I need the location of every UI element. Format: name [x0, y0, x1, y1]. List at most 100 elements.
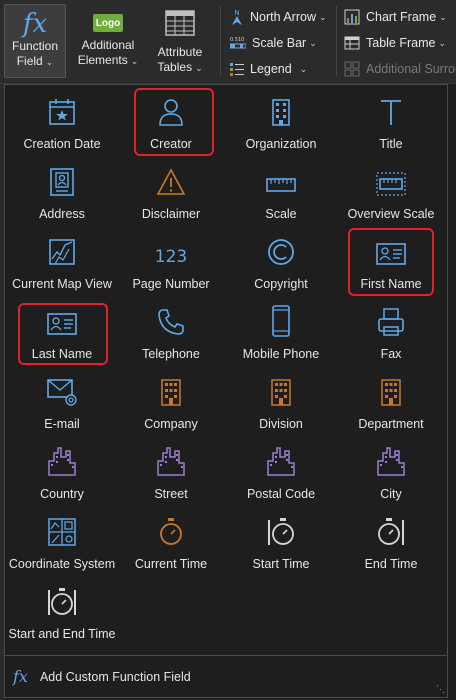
gallery-item-label: Fax [380, 347, 402, 361]
ribbon-separator [220, 6, 221, 76]
gallery-item-fax[interactable]: Fax [336, 301, 446, 371]
table-frame-button[interactable]: Table Frame ⌄ [344, 32, 446, 54]
map-view-icon [47, 231, 77, 271]
scale-bar-button[interactable]: 0.510 Scale Bar ⌄ [230, 32, 317, 54]
scale-bar-label: Scale Bar [252, 36, 307, 50]
gallery-item-overview-scale[interactable]: Overview Scale [336, 161, 446, 231]
function-field-button[interactable]: fx Function Field ⌄ [4, 4, 66, 78]
additional-elements-button[interactable]: Logo Additional Elements ⌄ [72, 4, 144, 78]
legend-icon [230, 63, 244, 76]
coordinate-grid-icon [47, 511, 77, 551]
north-arrow-label: North Arrow [250, 10, 316, 24]
gallery-item-label: Current Time [134, 557, 208, 571]
gallery-item-city[interactable]: City [336, 441, 446, 511]
gallery-item-country[interactable]: Country [7, 441, 117, 511]
chevron-down-icon: ⌄ [299, 63, 308, 74]
chart-frame-button[interactable]: Chart Frame ⌄ [344, 6, 447, 28]
gallery-item-creation-date[interactable]: Creation Date [7, 91, 117, 161]
attribute-tables-button[interactable]: Attribute Tables ⌄ [148, 4, 212, 78]
ruler-icon [265, 161, 297, 201]
gallery-item-street[interactable]: Street [116, 441, 226, 511]
department-building-icon [376, 371, 406, 411]
gallery-item-label: Address [39, 207, 85, 221]
gallery-item-title[interactable]: Title [336, 91, 446, 161]
gallery-item-company[interactable]: Company [116, 371, 226, 441]
gallery-item-start-and-end-time[interactable]: Start and End Time [7, 581, 117, 651]
gallery-item-label: Overview Scale [347, 207, 435, 221]
city-skyline-icon [375, 441, 407, 481]
scale-bar-icon-text: 0.510 [230, 37, 244, 43]
telephone-icon [156, 301, 186, 341]
svg-text:123: 123 [155, 247, 187, 267]
fx-icon: fx [13, 667, 28, 686]
gallery-item-label: Current Map View [12, 277, 112, 291]
function-field-label-1: Function [11, 39, 59, 53]
chevron-down-icon: ⌄ [195, 63, 203, 73]
function-field-gallery: Creation Date Creator Organization Title Add… [4, 84, 448, 698]
title-t-icon [376, 91, 406, 131]
table-icon [165, 10, 195, 41]
gallery-item-label: Page Number [132, 277, 210, 291]
gallery-item-mobile-phone[interactable]: Mobile Phone [226, 301, 336, 371]
north-arrow-icon: N [232, 9, 242, 25]
additional-surround-button[interactable]: Additional Surrou [344, 58, 456, 80]
north-arrow-button[interactable]: N North Arrow ⌄ [230, 6, 327, 28]
gallery-item-label: Department [358, 417, 424, 431]
gallery-item-label: Creation Date [23, 137, 101, 151]
company-building-icon [156, 371, 186, 411]
gallery-item-label: Street [154, 487, 188, 501]
legend-button[interactable]: Legend ⌄ [230, 58, 307, 80]
chart-frame-icon [344, 9, 360, 25]
highlight-box-creator [134, 88, 214, 156]
gallery-item-division[interactable]: Division [226, 371, 336, 441]
gallery-item-organization[interactable]: Organization [226, 91, 336, 161]
gallery-item-label: Start and End Time [8, 627, 116, 641]
gallery-item-scale[interactable]: Scale [226, 161, 336, 231]
gallery-item-address[interactable]: Address [7, 161, 117, 231]
gallery-item-page-number[interactable]: 123 Page Number [116, 231, 226, 301]
end-time-icon [376, 511, 406, 551]
gallery-item-current-map-view[interactable]: Current Map View [7, 231, 117, 301]
gallery-item-label: Title [379, 137, 403, 151]
gallery-item-label: Start Time [252, 557, 310, 571]
gallery-item-start-time[interactable]: Start Time [226, 511, 336, 581]
gallery-item-disclaimer[interactable]: Disclaimer [116, 161, 226, 231]
gallery-item-label: Copyright [254, 277, 308, 291]
gallery-item-label: Disclaimer [141, 207, 201, 221]
gallery-item-label: Postal Code [246, 487, 316, 501]
chevron-down-icon: ⌄ [45, 57, 54, 67]
ribbon: fx Function Field ⌄ Logo Additional Eleme… [0, 0, 456, 84]
logo-icon: Logo [93, 14, 123, 32]
email-icon [46, 371, 78, 411]
gallery-item-postal-code[interactable]: Postal Code [226, 441, 336, 511]
function-field-label-2: Field [16, 54, 43, 68]
legend-label: Legend [250, 62, 292, 76]
gallery-item-coordinate-system[interactable]: Coordinate System [7, 511, 117, 581]
chevron-down-icon: ⌄ [439, 11, 447, 22]
fax-icon [376, 301, 406, 341]
additional-surround-icon [344, 61, 360, 77]
building-icon [266, 91, 296, 131]
gallery-item-copyright[interactable]: Copyright [226, 231, 336, 301]
gallery-item-department[interactable]: Department [336, 371, 446, 441]
fx-icon: fx [22, 9, 48, 39]
chevron-down-icon: ⌄ [130, 56, 139, 66]
gallery-item-label: E-mail [44, 417, 80, 431]
chevron-down-icon: ⌄ [309, 37, 317, 48]
add-custom-function-field-button[interactable]: fx Add Custom Function Field [5, 655, 447, 697]
gallery-item-e-mail[interactable]: E-mail [7, 371, 117, 441]
highlight-box-last-name [18, 303, 108, 365]
resize-grip-icon[interactable]: ⋱ [436, 684, 445, 695]
gallery-item-current-time[interactable]: Current Time [116, 511, 226, 581]
calendar-star-icon [47, 91, 77, 131]
gallery-item-end-time[interactable]: End Time [336, 511, 446, 581]
add-custom-function-field-label: Add Custom Function Field [39, 669, 191, 684]
gallery-item-telephone[interactable]: Telephone [116, 301, 226, 371]
additional-elements-label-1: Additional [81, 38, 135, 52]
attribute-tables-label-1: Attribute [157, 45, 203, 59]
start-time-icon [266, 511, 296, 551]
scale-bar-icon: 0.510 [230, 37, 246, 49]
chevron-down-icon: ⌄ [319, 11, 327, 22]
postal-skyline-icon [265, 441, 297, 481]
svg-text:N: N [234, 9, 239, 17]
